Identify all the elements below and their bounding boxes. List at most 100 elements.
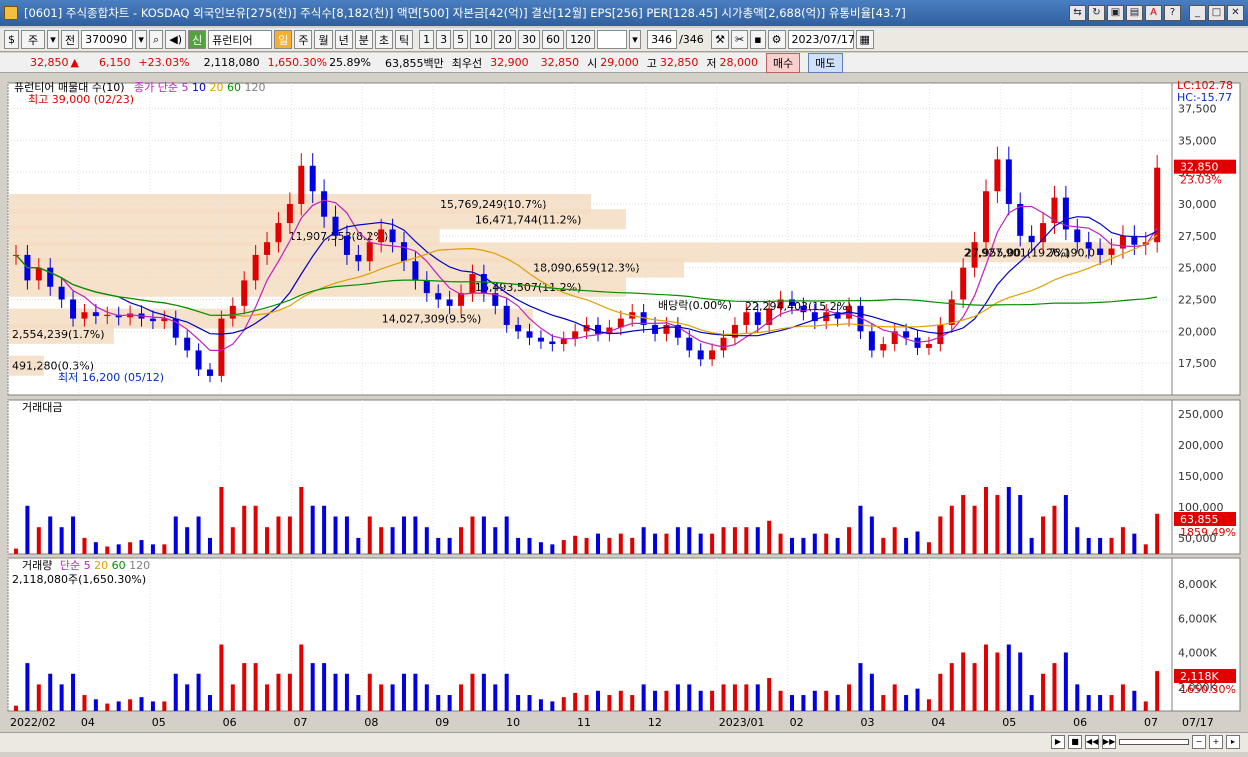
minimize-button[interactable]: _ — [1189, 5, 1206, 21]
tab-period-minute[interactable]: 분 — [354, 30, 373, 49]
quote-row: 32,850 ▲ 6,150 +23.03% 2,118,080 1,650.3… — [0, 52, 1248, 73]
tab-period-tick[interactable]: 틱 — [394, 30, 414, 49]
candle — [754, 312, 761, 325]
window-icon[interactable]: ▣ — [1107, 5, 1124, 21]
refresh-icon[interactable]: ↻ — [1088, 5, 1105, 21]
volume-bar — [653, 690, 658, 711]
candle — [594, 324, 601, 334]
amount-bar — [219, 487, 224, 554]
price-tick-label: 22,500 — [1178, 293, 1217, 306]
interval-60[interactable]: 60 — [542, 30, 565, 49]
scroll-right-icon[interactable]: ▸ — [1226, 735, 1240, 749]
count-input[interactable]: 346 — [647, 30, 678, 49]
tab-period-day[interactable]: 일 — [274, 30, 293, 49]
price-tick-label: 37,500 — [1178, 102, 1217, 115]
candle — [960, 267, 967, 300]
tab-period-week[interactable]: 주 — [294, 30, 313, 49]
interval-10[interactable]: 10 — [470, 30, 493, 49]
interval-1[interactable]: 1 — [419, 30, 435, 49]
candle — [400, 242, 407, 262]
tools-icon[interactable]: ⚒ — [711, 30, 729, 49]
volume-bar — [1086, 695, 1091, 711]
speaker-icon[interactable]: ◀) — [165, 30, 187, 49]
volume-bar — [185, 684, 190, 711]
candle — [697, 350, 704, 360]
interval-120[interactable]: 120 — [566, 30, 596, 49]
interval-3[interactable]: 3 — [436, 30, 452, 49]
font-icon[interactable]: A — [1145, 5, 1162, 21]
volume-bar — [835, 695, 840, 711]
amount-bar — [1018, 495, 1023, 554]
stock-chart[interactable]: 15,769,249(10.7%)16,471,744(11.2%)11,907… — [0, 75, 1248, 731]
candle — [286, 203, 293, 224]
date-tick-label: 12 — [648, 716, 662, 729]
sell-button[interactable]: 매도 — [808, 52, 843, 73]
calendar-icon[interactable]: ▦ — [855, 30, 874, 49]
code-input[interactable]: 370090 — [81, 30, 134, 49]
settings-icon[interactable]: ⚙ — [767, 30, 786, 49]
count-total: /346 — [679, 33, 704, 46]
low-label: 저 — [706, 56, 717, 70]
candle — [264, 242, 271, 255]
interval-5[interactable]: 5 — [453, 30, 469, 49]
zoom-slider[interactable] — [1119, 739, 1189, 745]
volume-bar — [82, 695, 87, 711]
amount-bar — [333, 516, 338, 554]
amount-bar — [253, 505, 258, 554]
amount-bar — [961, 495, 966, 554]
amount-bar — [687, 527, 692, 554]
amount-bar — [732, 527, 737, 554]
tab-period-year[interactable]: 년 — [334, 30, 353, 49]
amount-bar — [162, 544, 167, 554]
screen-icon[interactable]: ▤ — [1126, 5, 1143, 21]
volume-bar — [1052, 663, 1057, 711]
price-tick-label: 27,500 — [1178, 230, 1217, 243]
volume-ratio: 1,650.30% — [267, 56, 328, 69]
amount-bar — [48, 516, 53, 554]
best-bid: 32,850 — [540, 56, 580, 69]
market-all-button[interactable]: 전 — [61, 30, 80, 49]
volume-bar — [310, 663, 315, 711]
play-icon[interactable]: ▶ — [1051, 735, 1065, 749]
code-dropdown-icon[interactable]: ▾ — [135, 30, 148, 49]
amount-bar — [230, 527, 235, 554]
save-icon[interactable]: ▪ — [750, 30, 766, 49]
zoom-in-icon[interactable]: + — [1209, 735, 1223, 749]
tab-period-month[interactable]: 월 — [314, 30, 333, 49]
title-bar: [0601] 주식종합차트 - KOSDAQ 외국인보유[275(천)] 주식수… — [0, 0, 1248, 26]
stock-icon[interactable]: $ — [4, 30, 19, 49]
amount-bar — [926, 542, 931, 554]
volume-bar — [983, 644, 988, 711]
interval-30[interactable]: 30 — [518, 30, 541, 49]
search-icon[interactable]: ⌕ — [149, 30, 164, 49]
interval-input[interactable] — [597, 30, 628, 49]
candle — [1097, 248, 1104, 255]
link-icon[interactable]: ⇆ — [1069, 5, 1086, 21]
rewind-icon[interactable]: ◀◀ — [1085, 735, 1099, 749]
amount-bar — [71, 516, 76, 554]
volume-bar — [595, 690, 600, 711]
date-tick-label: 02 — [790, 716, 804, 729]
maximize-button[interactable]: □ — [1208, 5, 1225, 21]
stop-icon[interactable]: ■ — [1068, 735, 1082, 749]
price-tick-label: 20,000 — [1178, 325, 1217, 338]
forward-icon[interactable]: ▶▶ — [1102, 735, 1116, 749]
amount-bar — [59, 527, 64, 554]
interval-dropdown-icon[interactable]: ▾ — [629, 30, 642, 49]
scissors-icon[interactable]: ✂ — [730, 30, 749, 49]
zoom-out-icon[interactable]: − — [1192, 735, 1206, 749]
candle — [275, 223, 282, 243]
market-dropdown-icon[interactable]: ▾ — [47, 30, 59, 49]
volume-value: 2,118,080 — [203, 56, 260, 69]
close-button[interactable]: ✕ — [1227, 5, 1244, 21]
help-icon[interactable]: ? — [1164, 5, 1181, 21]
volume-bar — [436, 695, 441, 711]
candle — [81, 312, 88, 319]
buy-button[interactable]: 매수 — [766, 52, 801, 73]
interval-20[interactable]: 20 — [494, 30, 517, 49]
tab-period-second[interactable]: 초 — [374, 30, 393, 49]
date-input[interactable]: 2023/07/17 — [787, 30, 855, 49]
low-annotation: 최저 16,200 (05/12) — [58, 371, 165, 384]
market-select[interactable]: 주 — [21, 30, 45, 49]
amount-bar — [847, 527, 852, 554]
